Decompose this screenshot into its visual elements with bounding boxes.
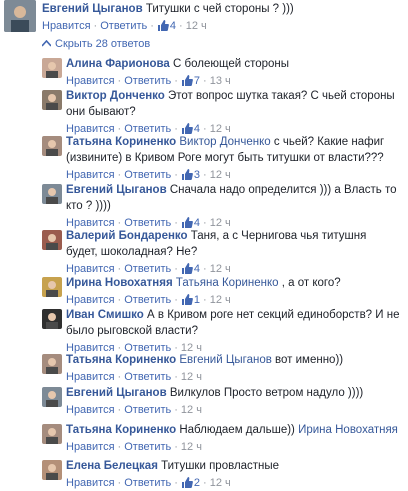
reply-time[interactable]: 12 ч [210, 294, 231, 306]
like-link[interactable]: Нравится [42, 20, 91, 32]
reply-mention[interactable]: Татьяна Кориненко [176, 277, 279, 289]
like-link[interactable]: Нравится [66, 169, 115, 181]
reply-comment: Евгений Цыганов Вилкулов Просто ветром н… [42, 385, 400, 418]
reply-author[interactable]: Евгений Цыганов [66, 387, 167, 399]
reply-text: , а от кого? [281, 277, 341, 289]
reply-comment: Валерий Бондаренко Таня, а с Чернигова ч… [42, 228, 400, 277]
avatar[interactable] [42, 424, 62, 444]
reply-time[interactable]: 12 ч [210, 477, 231, 489]
reply-mention[interactable]: Евгений Цыганов [179, 354, 271, 366]
reply-link[interactable]: Ответить [124, 371, 171, 383]
reply-link[interactable]: Ответить [124, 294, 171, 306]
reply-link[interactable]: Ответить [124, 75, 171, 87]
root-comment: Евгений Цыганов Титушки с чей стороны ? … [0, 0, 408, 33]
avatar[interactable] [42, 387, 62, 407]
avatar[interactable] [42, 354, 62, 374]
chevron-up-icon [41, 39, 52, 47]
reply-mention[interactable]: Ирина Новохатняя [298, 424, 398, 436]
like-link[interactable]: Нравится [66, 404, 115, 416]
reply-text: Вилкулов Просто ветром надуло )))) [169, 387, 364, 399]
reply-time[interactable]: 12 ч [181, 404, 202, 416]
like-count[interactable]: 4 [157, 20, 176, 32]
reply-author[interactable]: Иван Смишко [66, 309, 144, 321]
avatar[interactable] [42, 460, 62, 480]
reply-link[interactable]: Ответить [100, 20, 147, 32]
reply-actions: Нравится · Ответить · 12 ч [66, 371, 202, 383]
like-link[interactable]: Нравится [66, 75, 115, 87]
thumbs-up-icon [181, 75, 193, 86]
like-link[interactable]: Нравится [66, 294, 115, 306]
reply-author[interactable]: Татьяна Кориненко [66, 136, 176, 148]
like-count[interactable]: 7 [181, 75, 200, 87]
reply-time[interactable]: 12 ч [210, 169, 231, 181]
reply-text: Титушки провластные [161, 460, 280, 472]
like-link[interactable]: Нравится [66, 263, 115, 275]
like-count[interactable]: 1 [181, 294, 200, 306]
reply-comment: Алина Фарионова С болеющей стороны Нрави… [42, 56, 400, 89]
reply-text: Наблюдаем дальше)) [179, 424, 299, 436]
reply-link[interactable]: Ответить [124, 441, 171, 453]
comment-actions: Нравится · Ответить · 4 · 12 ч [42, 20, 207, 32]
like-link[interactable]: Нравится [66, 371, 115, 383]
reply-text: вот именно)) [275, 354, 344, 366]
comment-time[interactable]: 12 ч [186, 20, 207, 32]
avatar[interactable] [4, 0, 36, 32]
reply-actions: Нравится · Ответить · 1 · 12 ч [66, 294, 231, 306]
avatar[interactable] [42, 230, 62, 250]
thumbs-up-icon [157, 20, 169, 31]
thumbs-up-icon [181, 294, 193, 305]
reply-mention[interactable]: Виктор Донченко [179, 136, 270, 148]
reply-link[interactable]: Ответить [124, 477, 171, 489]
like-link[interactable]: Нравится [66, 441, 115, 453]
reply-comment: Татьяна Кориненко Евгений Цыганов вот им… [42, 352, 400, 385]
reply-comment: Иван Смишко А в Кривом роге нет секций е… [42, 307, 400, 356]
reply-comment: Татьяна Кориненко Наблюдаем дальше)) Ири… [42, 422, 400, 455]
hide-replies-link[interactable]: Скрыть 28 ответов [41, 38, 150, 52]
avatar[interactable] [42, 136, 62, 156]
reply-author[interactable]: Виктор Донченко [66, 90, 165, 102]
reply-link[interactable]: Ответить [124, 263, 171, 275]
reply-actions: Нравится · Ответить · 7 · 13 ч [66, 75, 231, 87]
reply-author[interactable]: Елена Белецкая [66, 460, 158, 472]
avatar[interactable] [42, 90, 62, 110]
like-count[interactable]: 4 [181, 263, 200, 275]
reply-author[interactable]: Алина Фарионова [66, 58, 170, 70]
thumbs-up-icon [181, 123, 193, 134]
like-count[interactable]: 3 [181, 169, 200, 181]
like-count[interactable]: 2 [181, 477, 200, 489]
thumbs-up-icon [181, 477, 193, 488]
comment-text: Титушки с чей стороны ? ))) [145, 3, 294, 15]
reply-comment: Татьяна Кориненко Виктор Донченко с чьей… [42, 134, 400, 183]
reply-author[interactable]: Валерий Бондаренко [66, 230, 188, 242]
avatar[interactable] [42, 309, 62, 329]
reply-link[interactable]: Ответить [124, 404, 171, 416]
reply-author[interactable]: Ирина Новохатняя [66, 277, 173, 289]
avatar[interactable] [42, 184, 62, 204]
avatar[interactable] [42, 277, 62, 297]
thumbs-up-icon [181, 217, 193, 228]
thumbs-up-icon [181, 169, 193, 180]
reply-time[interactable]: 12 ч [181, 371, 202, 383]
like-link[interactable]: Нравится [66, 477, 115, 489]
thumbs-up-icon [181, 263, 193, 274]
reply-actions: Нравится · Ответить · 3 · 12 ч [66, 169, 231, 181]
reply-link[interactable]: Ответить [124, 169, 171, 181]
reply-comment: Ирина Новохатняя Татьяна Кориненко , а о… [42, 275, 400, 308]
reply-author[interactable]: Татьяна Кориненко [66, 354, 176, 366]
comment-author[interactable]: Евгений Цыганов [42, 3, 143, 15]
reply-time[interactable]: 13 ч [210, 75, 231, 87]
reply-text: С болеющей стороны [173, 58, 290, 70]
reply-comment: Евгений Цыганов Сначала надо определится… [42, 182, 400, 231]
reply-author[interactable]: Евгений Цыганов [66, 184, 167, 196]
reply-time[interactable]: 12 ч [181, 441, 202, 453]
reply-comment: Елена Белецкая Титушки провластные Нрави… [42, 458, 400, 491]
reply-comment: Виктор Донченко Этот вопрос шутка такая?… [42, 88, 400, 137]
avatar[interactable] [42, 58, 62, 78]
reply-actions: Нравится · Ответить · 12 ч [66, 404, 202, 416]
reply-actions: Нравится · Ответить · 12 ч [66, 441, 202, 453]
reply-actions: Нравится · Ответить · 2 · 12 ч [66, 477, 231, 489]
reply-time[interactable]: 12 ч [210, 263, 231, 275]
reply-author[interactable]: Татьяна Кориненко [66, 424, 176, 436]
